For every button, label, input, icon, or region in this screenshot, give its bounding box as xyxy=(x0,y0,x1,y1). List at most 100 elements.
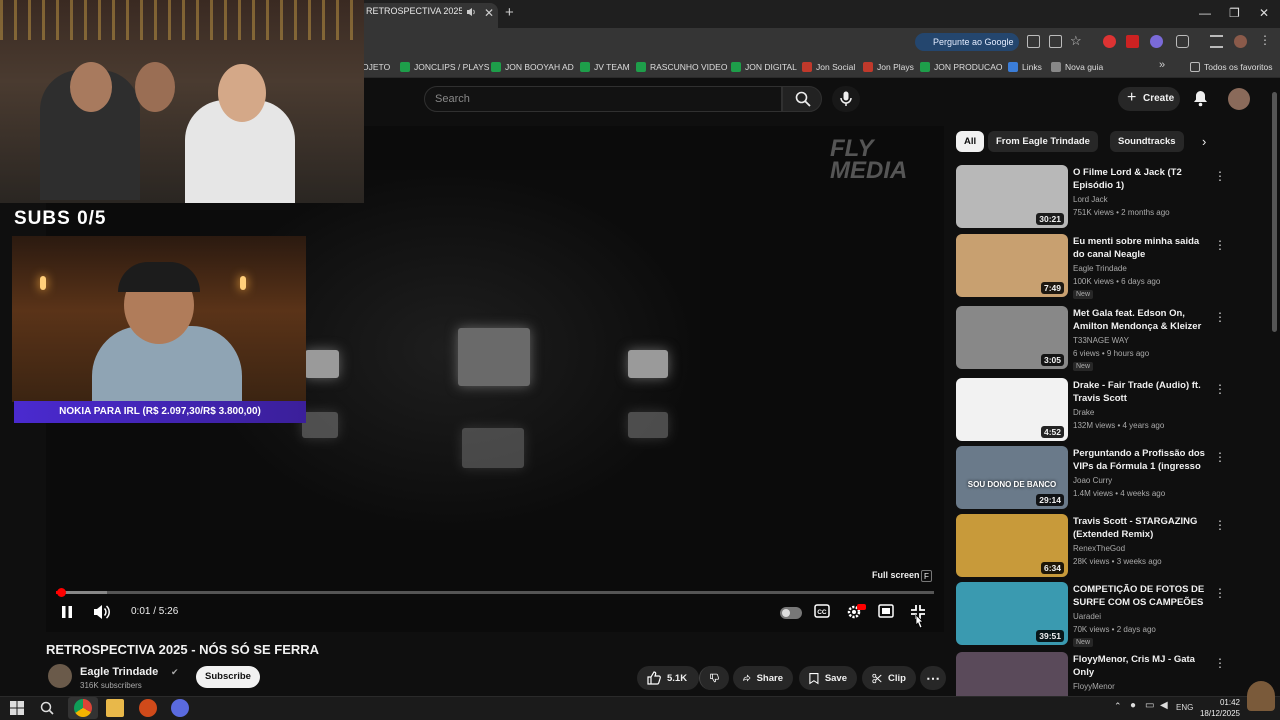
search-icon[interactable] xyxy=(38,699,56,717)
translate-icon[interactable] xyxy=(1049,35,1062,48)
recommendation-item[interactable]: 7:49 Eu menti sobre minha saida do canal … xyxy=(956,234,1226,299)
chip-from-channel[interactable]: From Eagle Trindade xyxy=(988,131,1098,152)
video-thumbnail[interactable]: 6:34 xyxy=(956,514,1068,577)
rec-title[interactable]: COMPETIÇÃO DE FOTOS DE SURFE COM OS CAMP… xyxy=(1073,584,1209,610)
microphone-tray-icon[interactable]: ● xyxy=(1130,700,1136,711)
restore-icon[interactable]: ❐ xyxy=(1229,6,1240,20)
chrome-icon[interactable] xyxy=(74,699,92,717)
voice-search-button[interactable] xyxy=(832,86,860,112)
extensions-puzzle-icon[interactable] xyxy=(1176,35,1189,48)
bookmark-item[interactable]: Nova guia xyxy=(1051,56,1103,78)
extension-icon[interactable] xyxy=(1103,35,1116,48)
bookmark-item[interactable]: JON DIGITAL xyxy=(731,56,797,78)
rec-title[interactable]: FloyyMenor, Cris MJ - Gata Only xyxy=(1073,654,1209,679)
extension-icon[interactable] xyxy=(1126,35,1139,48)
page-scrollbar[interactable] xyxy=(1272,92,1277,332)
recommendation-item[interactable]: SOU DONO DE BANCO 29:14 Perguntando a Prof… xyxy=(956,446,1226,510)
bookmark-item[interactable]: JV TEAM xyxy=(580,56,630,78)
more-vert-icon[interactable]: ⋮ xyxy=(1214,382,1226,396)
notifications-bell-icon[interactable] xyxy=(1193,90,1208,107)
close-window-icon[interactable]: ✕ xyxy=(1259,6,1269,20)
progress-scrubber[interactable] xyxy=(56,588,66,597)
bookmark-star-icon[interactable]: ☆ xyxy=(1070,33,1082,49)
captions-button[interactable]: CC xyxy=(814,604,832,622)
video-thumbnail[interactable]: SOU DONO DE BANCO 29:14 xyxy=(956,446,1068,509)
dislike-button[interactable] xyxy=(699,666,729,690)
profile-avatar[interactable] xyxy=(1234,35,1247,48)
create-button[interactable]: + Create xyxy=(1118,87,1180,111)
menu-lines-icon[interactable] xyxy=(1210,35,1223,48)
video-thumbnail[interactable]: 7:49 xyxy=(956,234,1068,297)
video-thumbnail[interactable]: 30:21 xyxy=(956,165,1068,228)
theater-mode-button[interactable] xyxy=(878,604,896,622)
brave-icon[interactable] xyxy=(139,699,157,717)
discord-icon[interactable] xyxy=(171,699,189,717)
tray-chevron-icon[interactable]: ⌃ xyxy=(1114,701,1122,712)
bookmark-item[interactable]: JON PRODUCAO xyxy=(920,56,1002,78)
recommendation-item[interactable]: 3:05 Met Gala feat. Edson On, Amilton Men… xyxy=(956,306,1226,371)
volume-button[interactable] xyxy=(93,604,111,622)
recommendation-item[interactable]: 6:34 Travis Scott - STARGAZING (Extended … xyxy=(956,514,1226,578)
progress-bar[interactable] xyxy=(56,591,934,594)
more-vert-icon[interactable]: ⋮ xyxy=(1214,586,1226,600)
more-vert-icon[interactable]: ⋮ xyxy=(1214,450,1226,464)
chip-all[interactable]: All xyxy=(956,131,985,152)
rec-title[interactable]: Perguntando a Profissão dos VIPs da Fórm… xyxy=(1073,448,1209,474)
all-favorites[interactable]: Todos os favoritos xyxy=(1190,56,1273,78)
clip-button[interactable]: Clip xyxy=(862,666,916,690)
minimize-icon[interactable]: — xyxy=(1199,6,1211,20)
speaker-icon[interactable] xyxy=(466,7,476,17)
browser-menu-icon[interactable]: ⋮ xyxy=(1259,33,1271,47)
pause-button[interactable] xyxy=(59,604,77,622)
more-vert-icon[interactable]: ⋮ xyxy=(1214,518,1226,532)
rec-title[interactable]: Drake - Fair Trade (Audio) ft. Travis Sc… xyxy=(1073,380,1209,405)
search-button[interactable] xyxy=(782,86,822,112)
more-vert-icon[interactable]: ⋮ xyxy=(1214,310,1226,324)
install-icon[interactable] xyxy=(1027,35,1040,48)
chip-soundtracks[interactable]: Soundtracks xyxy=(1110,131,1184,152)
ask-google-button[interactable]: Pergunte ao Google xyxy=(915,33,1019,51)
save-button[interactable]: Save xyxy=(799,666,857,690)
bookmark-item[interactable]: JON BOOYAH AD xyxy=(491,56,574,78)
subscribe-button[interactable]: Subscribe xyxy=(196,666,260,688)
bookmark-item[interactable]: OJETO xyxy=(362,56,390,78)
bookmark-item[interactable]: Links xyxy=(1008,56,1042,78)
channel-name[interactable]: Eagle Trindade xyxy=(80,666,158,678)
new-tab-button[interactable]: + xyxy=(505,4,514,21)
system-clock[interactable]: 01:42 18/12/2025 xyxy=(1196,697,1240,719)
more-actions-button[interactable]: ⋯ xyxy=(920,666,946,690)
channel-avatar[interactable] xyxy=(48,664,72,688)
video-thumbnail[interactable]: 4:52 xyxy=(956,378,1068,441)
rec-title[interactable]: Met Gala feat. Edson On, Amilton Mendonç… xyxy=(1073,308,1209,334)
recommendation-item[interactable]: 4:52 Drake - Fair Trade (Audio) ft. Travi… xyxy=(956,378,1226,442)
bookmark-item[interactable]: Jon Social xyxy=(802,56,855,78)
more-vert-icon[interactable]: ⋮ xyxy=(1214,169,1226,183)
more-vert-icon[interactable]: ⋮ xyxy=(1214,656,1226,670)
recommendation-item[interactable]: 30:21 O Filme Lord & Jack (T2 Episódio 1)… xyxy=(956,165,1226,229)
windows-start-icon[interactable] xyxy=(8,699,26,717)
share-button[interactable]: Share xyxy=(733,666,793,690)
video-thumbnail[interactable]: 3:05 xyxy=(956,306,1068,369)
file-explorer-icon[interactable] xyxy=(106,699,124,717)
extension-icon[interactable] xyxy=(1150,35,1163,48)
bookmark-item[interactable]: RASCUNHO VIDEO xyxy=(636,56,727,78)
language-indicator[interactable]: ENG xyxy=(1176,703,1193,712)
rec-title[interactable]: Eu menti sobre minha saida do canal Neag… xyxy=(1073,236,1209,261)
rec-title[interactable]: O Filme Lord & Jack (T2 Episódio 1) xyxy=(1073,167,1209,192)
time-display: 0:01 / 5:26 xyxy=(131,606,179,617)
search-input[interactable]: Search xyxy=(424,86,782,112)
bookmarks-overflow-icon[interactable]: » xyxy=(1159,59,1165,71)
volume-tray-icon[interactable]: ◀ xyxy=(1160,700,1168,711)
more-vert-icon[interactable]: ⋮ xyxy=(1214,238,1226,252)
recommendation-item[interactable]: 39:51 COMPETIÇÃO DE FOTOS DE SURFE COM OS… xyxy=(956,582,1226,647)
network-icon[interactable]: ▭ xyxy=(1145,700,1154,711)
bookmark-item[interactable]: Jon Plays xyxy=(863,56,914,78)
account-avatar[interactable] xyxy=(1228,88,1250,110)
rec-title[interactable]: Travis Scott - STARGAZING (Extended Remi… xyxy=(1073,516,1209,541)
tab-close-icon[interactable]: ✕ xyxy=(484,6,494,20)
like-button[interactable]: 5.1K xyxy=(637,666,699,690)
autoplay-toggle[interactable] xyxy=(780,607,802,619)
bookmark-item[interactable]: JONCLIPS / PLAYS xyxy=(400,56,489,78)
chevron-right-icon[interactable]: › xyxy=(1202,134,1206,149)
video-thumbnail[interactable]: 39:51 xyxy=(956,582,1068,645)
